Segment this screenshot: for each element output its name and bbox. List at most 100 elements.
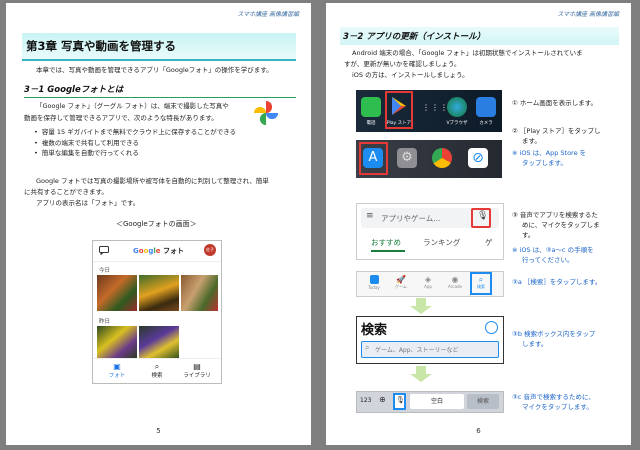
tab-search[interactable]: ⌕ 検索: [470, 275, 492, 290]
search-key[interactable]: 検索: [467, 394, 499, 409]
down-arrow-icon-head: [410, 374, 432, 382]
mic-icon[interactable]: 🎙: [396, 396, 405, 404]
step2-line2: ます。: [522, 137, 541, 145]
para2: iOS の方は、インストールしましょう。: [352, 71, 469, 79]
joystick-icon: ◉: [451, 275, 459, 284]
camera-app-icon[interactable]: [476, 97, 496, 117]
step3b-line2: します。: [522, 340, 548, 348]
note2-line1: ※ iOS は、App Store を: [512, 149, 587, 157]
app-store-icon[interactable]: A: [363, 148, 383, 168]
nav-search[interactable]: ⌕ 検索: [141, 362, 173, 379]
google-photos-screenshot: Google フォト 佐子 今日 昨日 ▣ フォト ⌕ 検索 ▤ ライブラリ: [92, 240, 222, 384]
step3c-line1: ③c 音声で検索するために、: [512, 393, 595, 401]
para1-line2: 動画を保存して管理できるアプリで、次のような特長があります。: [24, 114, 218, 122]
feature-list: 容量 15 ギガバイトまで無料でクラウド上に保存することができる 複数の端末で共…: [34, 127, 236, 159]
section-title: 3－1 Googleフォトとは: [24, 83, 296, 98]
globe-icon[interactable]: ⊕: [379, 395, 386, 404]
rocket-icon: 🚀: [396, 275, 406, 284]
down-arrow-icon: [416, 298, 426, 306]
step3c-line2: マイクをタップします。: [522, 403, 593, 411]
step2-line1: ② ［Play ストア］をタップし: [512, 127, 601, 135]
key-123[interactable]: 123: [360, 397, 371, 404]
photo-thumbnail: [139, 275, 179, 311]
phone-app-icon[interactable]: [361, 97, 381, 117]
page-number: 5: [156, 427, 161, 435]
list-item: 容量 15 ギガバイトまで無料でクラウド上に保存することができる: [34, 127, 236, 138]
chapter-title-box: 第3章 写真や動画を管理する: [22, 33, 296, 61]
page-number: 6: [476, 427, 481, 435]
play-store-icon[interactable]: [390, 96, 408, 116]
date-yesterday: 昨日: [99, 319, 111, 325]
tab-apps[interactable]: ◈ App: [417, 275, 439, 289]
search-box[interactable]: ⌕ ゲーム、App、ストーリーなど: [361, 341, 499, 358]
bottom-nav: ▣ フォト ⌕ 検索 ▤ ライブラリ: [93, 358, 221, 383]
google-photos-logo-icon: [254, 101, 278, 125]
search-icon: ⌕: [154, 362, 160, 371]
nav-photos[interactable]: ▣ フォト: [101, 362, 133, 379]
step3b-line1: ③b 検索ボックス内をタップ: [512, 330, 596, 338]
tab-underline: [371, 250, 405, 252]
tab-recommended[interactable]: おすすめ: [371, 237, 401, 248]
date-today: 今日: [99, 268, 111, 274]
photo-icon: ▣: [113, 362, 121, 371]
page-header: スマホ講座 画像講習編: [557, 11, 619, 18]
nav-library[interactable]: ▤ ライブラリ: [181, 362, 213, 379]
play-store-search-screenshot: ≡ アプリやゲーム... 🎙 おすすめ ランキング ゲ: [356, 203, 504, 260]
tab-today[interactable]: Today: [363, 275, 385, 290]
space-key[interactable]: 空白: [410, 394, 464, 409]
safari-icon[interactable]: ⊘: [468, 148, 488, 168]
note2-line2: タップします。: [522, 159, 567, 167]
photo-thumbnail: [181, 275, 218, 311]
intro-text: 本章では、写真や動画を管理できるアプリ「Googleフォト」の操作を学びます。: [36, 66, 273, 74]
search-icon: ⌕: [365, 343, 370, 352]
down-arrow-icon-head: [410, 306, 432, 314]
home-screen-screenshot: 電話 Play ストア ⋮⋮⋮ Vブラウザ カメラ: [356, 90, 502, 132]
ios-search-screenshot: 検索 ⌕ ゲーム、App、ストーリーなど: [356, 316, 504, 364]
settings-icon[interactable]: ⚙: [397, 148, 417, 168]
page-header: スマホ講座 画像講習編: [237, 11, 299, 18]
avatar: 佐子: [204, 244, 216, 256]
para2-line2: に共有することができます。: [24, 188, 108, 196]
today-icon: [369, 275, 379, 284]
list-item: 簡単な編集を自動で行ってくれる: [34, 148, 236, 159]
app-title: Google フォト: [133, 247, 184, 255]
layers-icon: ◈: [424, 275, 432, 284]
step3-line3: す。: [522, 231, 535, 239]
step1: ① ホーム画面を表示します。: [512, 99, 598, 107]
photo-thumbnail: [139, 326, 179, 359]
tab-ranking[interactable]: ランキング: [423, 237, 460, 248]
chrome-icon[interactable]: [432, 148, 452, 168]
para1-line1: 「Google フォト」（グーグル フォト）は、端末で撮影した写真や: [36, 102, 229, 110]
note3-line1: ※ iOS は、③a～c の手順を: [512, 246, 594, 254]
chat-icon: [99, 246, 109, 255]
note3-line2: 行ってください。: [522, 256, 574, 264]
ios-keyboard-screenshot: 123 ⊕ 🎙 空白 検索: [356, 391, 504, 413]
mic-icon[interactable]: 🎙: [477, 211, 488, 221]
tab-games[interactable]: 🚀 ゲーム: [390, 275, 412, 290]
account-icon[interactable]: [485, 321, 498, 334]
search-box-placeholder: ゲーム、App、ストーリーなど: [375, 347, 459, 354]
chapter-title: 第3章 写真や動画を管理する: [26, 39, 177, 53]
right-page: スマホ講座 画像講習編 3－2 アプリの更新（インストール） Android 端…: [326, 3, 631, 445]
search-title: 検索: [361, 323, 388, 338]
step3a: ③a ［検索］をタップします。: [512, 278, 602, 286]
menu-icon[interactable]: ≡: [366, 211, 374, 221]
app-drawer-icon[interactable]: ⋮⋮⋮: [422, 103, 449, 112]
left-page: スマホ講座 画像講習編 第3章 写真や動画を管理する 本章では、写真や動画を管理…: [6, 3, 311, 445]
ios-dock-screenshot: A ⚙ ⊘: [356, 140, 502, 178]
app-bar: Google フォト 佐子: [93, 241, 221, 262]
section-title: 3－2 アプリの更新（インストール）: [340, 27, 619, 45]
para1-line1: Android 端末の場合、「Google フォト」は初期状態でインストールされ…: [352, 49, 583, 57]
search-icon: ⌕: [478, 275, 484, 284]
tab-games[interactable]: ゲ: [485, 237, 493, 248]
search-bar[interactable]: ≡ アプリやゲーム... 🎙: [361, 208, 499, 228]
para1-line2: すが、更新が無いかを確認しましょう。: [344, 60, 461, 68]
photo-thumbnail: [97, 275, 137, 311]
figure-caption: ＜Googleフォトの画面＞: [116, 220, 197, 228]
step3-line2: めに、マイクをタップしま: [522, 221, 600, 229]
search-placeholder: アプリやゲーム...: [381, 214, 441, 223]
tab-arcade[interactable]: ◉ Arcade: [444, 275, 466, 289]
library-icon: ▤: [193, 362, 201, 371]
browser-app-icon[interactable]: [447, 97, 467, 117]
para2-line1: Google フォトでは写真の撮影場所や被写体を自動的に判別して整理され、簡単: [36, 177, 269, 185]
